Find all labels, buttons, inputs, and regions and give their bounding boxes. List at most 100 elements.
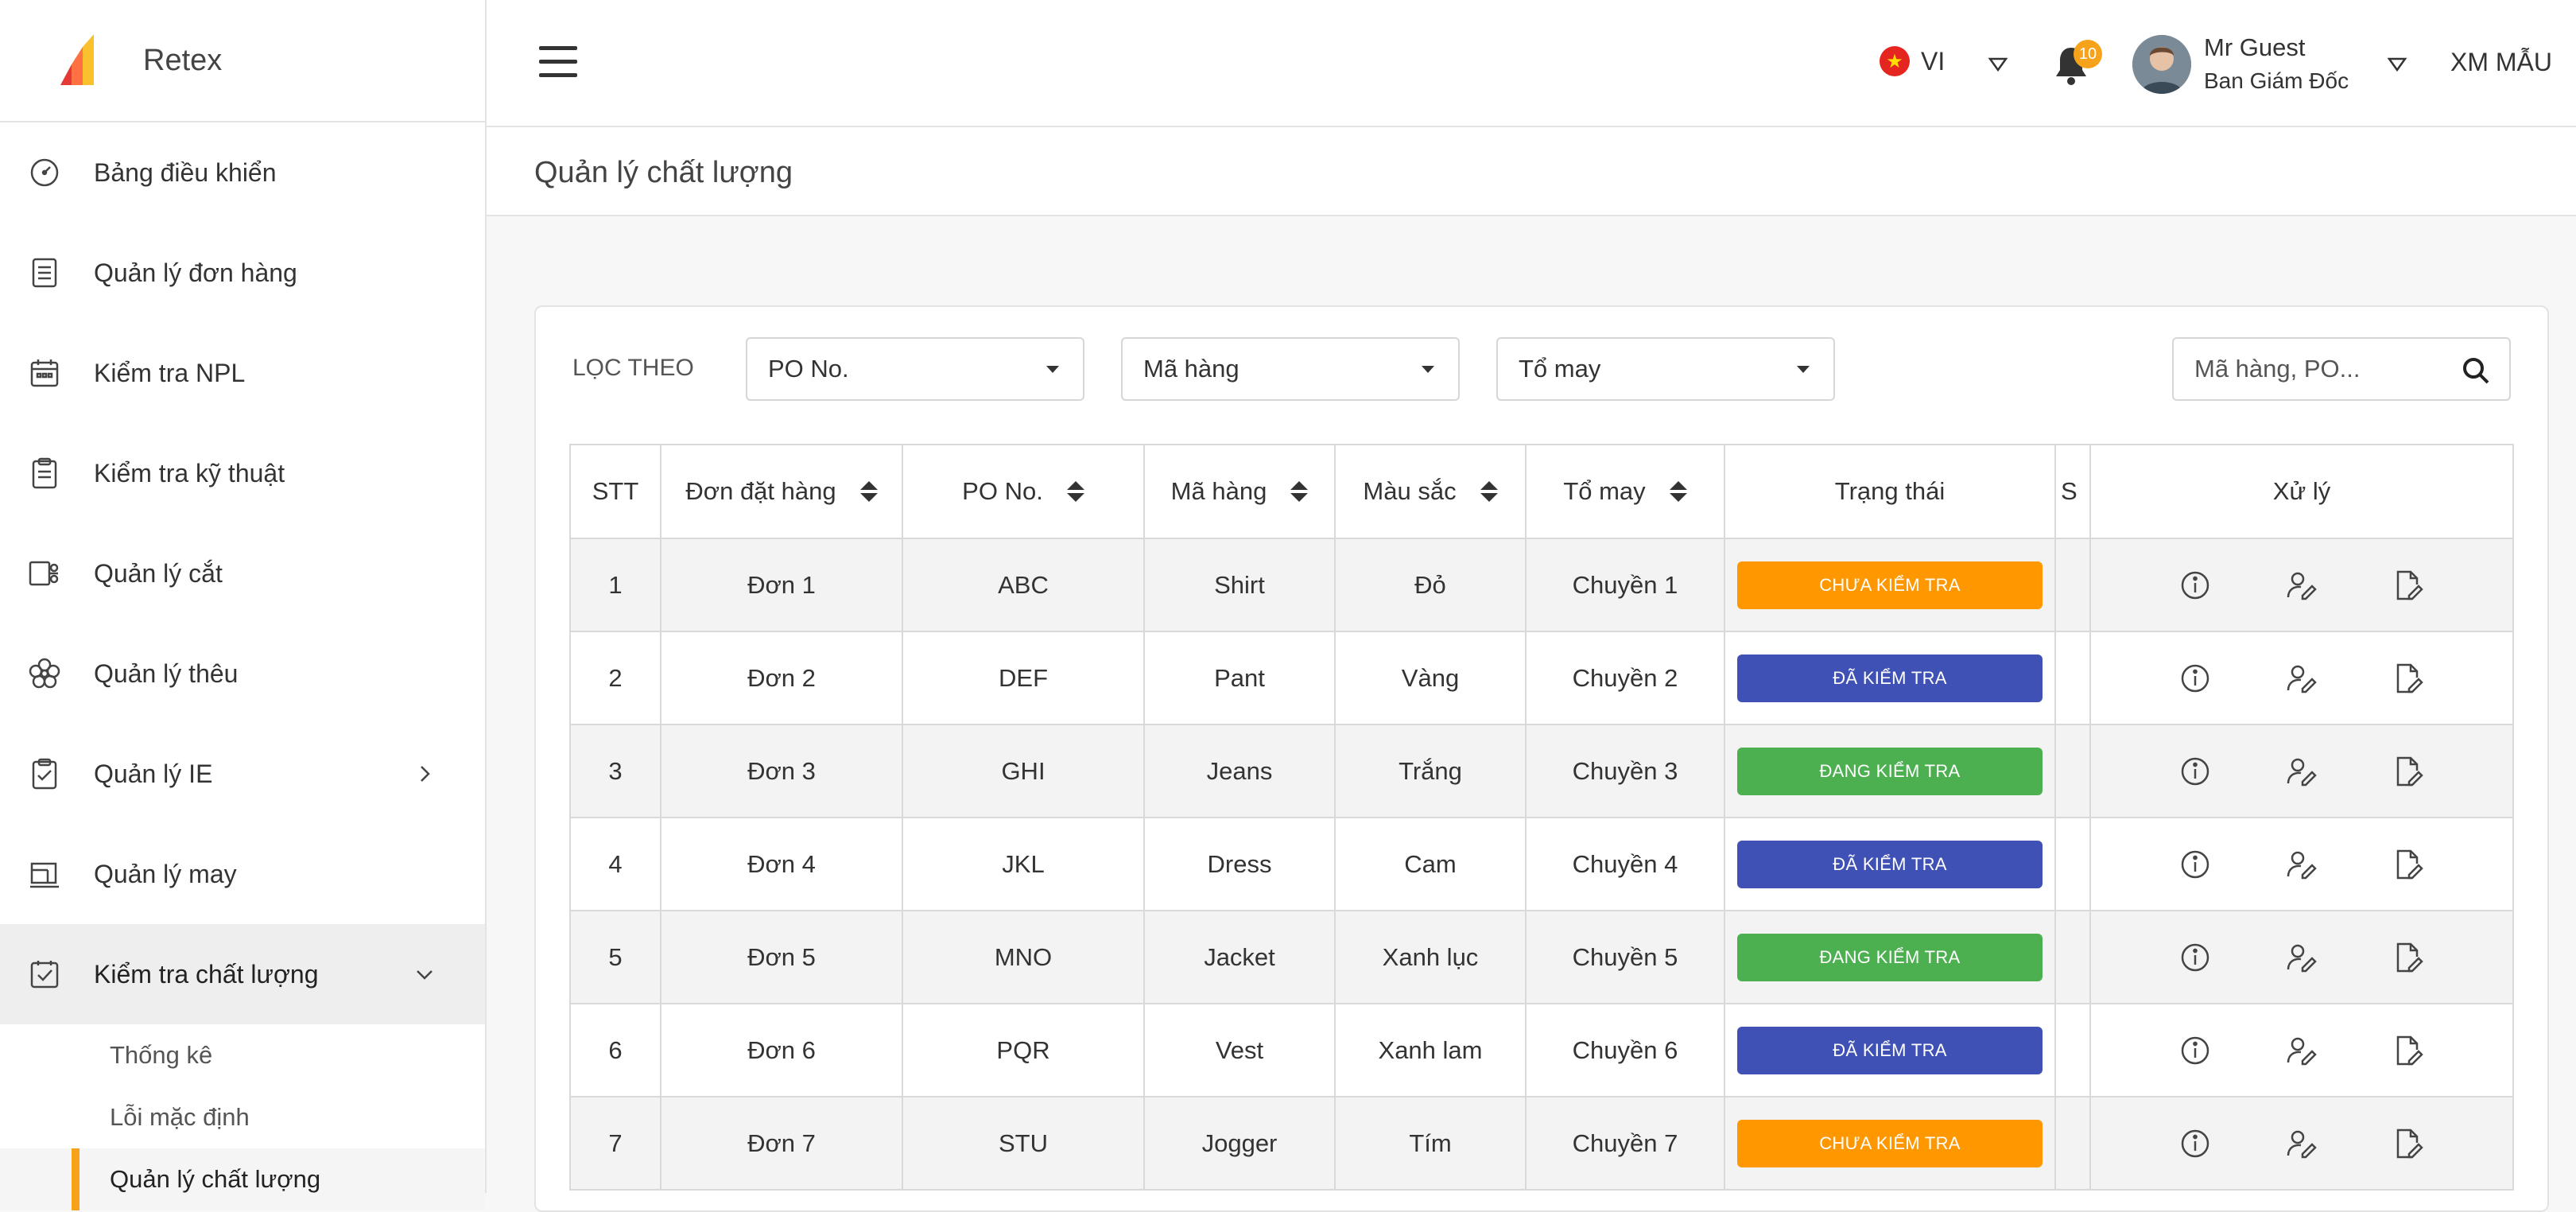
edit-document-icon[interactable] <box>2392 1034 2425 1067</box>
cell-truncated <box>2054 910 2091 1004</box>
sidebar-subitem-default-errors[interactable]: Lỗi mặc định <box>0 1086 485 1148</box>
user-info[interactable]: Mr Guest Ban Giám Đốc <box>2204 33 2349 94</box>
edit-document-icon[interactable] <box>2392 848 2425 881</box>
sort-icon[interactable] <box>1066 481 1084 502</box>
assign-user-icon[interactable] <box>2285 1127 2318 1160</box>
search-icon[interactable] <box>2460 355 2492 387</box>
po-filter-select[interactable]: PO No. <box>746 337 1084 401</box>
cell-stt: 6 <box>569 1003 661 1097</box>
cell-status: ĐÃ KIỂM TRA <box>1724 1003 2056 1097</box>
cell-stt: 7 <box>569 1096 661 1191</box>
sidebar-item-sewing[interactable]: Quản lý may <box>0 824 485 924</box>
edit-document-icon[interactable] <box>2392 755 2425 788</box>
info-icon[interactable] <box>2178 569 2212 602</box>
table-row[interactable]: 5 Đơn 5 MNO Jacket Xanh lục Chuyền 5 ĐANG KIỂM… <box>569 910 2514 1004</box>
assign-user-icon[interactable] <box>2285 662 2318 695</box>
team-filter-select[interactable]: Tổ may <box>1496 337 1835 401</box>
assign-user-icon[interactable] <box>2285 755 2318 788</box>
product-filter-select[interactable]: Mã hàng <box>1121 337 1460 401</box>
table-row[interactable]: 6 Đơn 6 PQR Vest Xanh lam Chuyền 6 ĐÃ KIỂM TRA <box>569 1003 2514 1097</box>
cell-po: MNO <box>902 910 1145 1004</box>
info-icon[interactable] <box>2178 755 2212 788</box>
cell-actions <box>2089 817 2514 911</box>
info-icon[interactable] <box>2178 662 2212 695</box>
cell-order: Đơn 2 <box>660 631 903 725</box>
cell-truncated <box>2054 1096 2091 1191</box>
edit-document-icon[interactable] <box>2392 1127 2425 1160</box>
cell-product: Dress <box>1143 817 1336 911</box>
sort-icon[interactable] <box>859 481 878 502</box>
cell-color: Đỏ <box>1334 538 1527 632</box>
cell-actions <box>2089 1096 2514 1191</box>
cell-product: Jeans <box>1143 724 1336 818</box>
column-header-order[interactable]: Đơn đặt hàng <box>660 444 903 539</box>
notification-bell-icon[interactable]: 10 <box>2053 40 2102 85</box>
sidebar-item-embroidery[interactable]: Quản lý thêu <box>0 623 485 724</box>
assign-user-icon[interactable] <box>2285 1034 2318 1067</box>
edit-document-icon[interactable] <box>2392 941 2425 974</box>
sidebar-item-cutting[interactable]: Quản lý cắt <box>0 523 485 623</box>
column-label: Màu sắc <box>1363 477 1457 505</box>
table-row[interactable]: 1 Đơn 1 ABC Shirt Đỏ Chuyền 1 CHƯA KIỂM TRA <box>569 538 2514 632</box>
status-badge: CHƯA KIỂM TRA <box>1737 561 2043 609</box>
cell-status: ĐÃ KIỂM TRA <box>1724 631 2056 725</box>
assign-user-icon[interactable] <box>2285 941 2318 974</box>
cell-team: Chuyền 2 <box>1525 631 1725 725</box>
assign-user-icon[interactable] <box>2285 848 2318 881</box>
sidebar-item-technical[interactable]: Kiểm tra kỹ thuật <box>0 423 485 523</box>
column-label: PO No. <box>962 477 1043 505</box>
dropdown-arrow-icon <box>1422 366 1434 373</box>
search-box[interactable] <box>2172 337 2511 401</box>
info-icon[interactable] <box>2178 941 2212 974</box>
cell-color: Vàng <box>1334 631 1527 725</box>
cell-actions <box>2089 538 2514 632</box>
table-row[interactable]: 7 Đơn 7 STU Jogger Tím Chuyền 7 CHƯA KIỂM TRA <box>569 1096 2514 1191</box>
user-avatar[interactable] <box>2132 35 2191 94</box>
table-row[interactable]: 3 Đơn 3 GHI Jeans Trắng Chuyền 3 ĐANG KIỂM TRA <box>569 724 2514 818</box>
organization-name[interactable]: XM MẪU <box>2450 48 2552 77</box>
chevron-right-icon <box>421 766 430 782</box>
assign-user-icon[interactable] <box>2285 569 2318 602</box>
sidebar-item-label: Bảng điều khiển <box>94 157 277 187</box>
cell-stt: 1 <box>569 538 661 632</box>
language-dropdown-caret-icon[interactable] <box>1988 56 2008 73</box>
sort-icon[interactable] <box>1669 481 1687 502</box>
sidebar-subitem-quality-management[interactable]: Quản lý chất lượng <box>0 1148 485 1210</box>
table-row[interactable]: 2 Đơn 2 DEF Pant Vàng Chuyền 2 ĐÃ KIỂM TRA <box>569 631 2514 725</box>
sidebar: Retex Bảng điều khiển Quản lý đơn hàng K… <box>0 0 487 1210</box>
info-icon[interactable] <box>2178 1127 2212 1160</box>
cell-color: Tím <box>1334 1096 1527 1191</box>
sidebar-item-dashboard[interactable]: Bảng điều khiển <box>0 122 485 223</box>
info-icon[interactable] <box>2178 848 2212 881</box>
column-header-product[interactable]: Mã hàng <box>1143 444 1336 539</box>
clipboard-check-icon <box>29 758 60 790</box>
cell-actions <box>2089 724 2514 818</box>
cell-actions <box>2089 631 2514 725</box>
sidebar-item-npl[interactable]: Kiểm tra NPL <box>0 323 485 423</box>
edit-document-icon[interactable] <box>2392 569 2425 602</box>
column-header-color[interactable]: Màu sắc <box>1334 444 1527 539</box>
document-list-icon <box>29 257 60 289</box>
column-header-po[interactable]: PO No. <box>902 444 1145 539</box>
filter-label: LỌC THEO <box>572 355 694 381</box>
search-input[interactable] <box>2194 355 2449 383</box>
column-label: STT <box>592 477 639 505</box>
sidebar-item-orders[interactable]: Quản lý đơn hàng <box>0 223 485 323</box>
brand[interactable]: Retex <box>0 0 485 122</box>
sidebar-item-ie[interactable]: Quản lý IE <box>0 724 485 824</box>
language-selector[interactable]: ★ VI <box>1880 46 1945 76</box>
hamburger-menu-icon[interactable] <box>539 46 577 78</box>
column-header-status: Trạng thái <box>1724 444 2056 539</box>
sidebar-subitem-statistics[interactable]: Thống kê <box>0 1024 485 1086</box>
cell-status: CHƯA KIỂM TRA <box>1724 1096 2056 1191</box>
sort-icon[interactable] <box>1290 481 1309 502</box>
user-dropdown-caret-icon[interactable] <box>2387 56 2407 73</box>
edit-document-icon[interactable] <box>2392 662 2425 695</box>
cell-product: Shirt <box>1143 538 1336 632</box>
sort-icon[interactable] <box>1480 481 1498 502</box>
column-header-team[interactable]: Tổ may <box>1525 444 1725 539</box>
info-icon[interactable] <box>2178 1034 2212 1067</box>
table-row[interactable]: 4 Đơn 4 JKL Dress Cam Chuyền 4 ĐÃ KIỂM TRA <box>569 817 2514 911</box>
sidebar-item-label: Quản lý đơn hàng <box>94 258 297 287</box>
sidebar-item-quality[interactable]: Kiểm tra chất lượng <box>0 924 485 1024</box>
